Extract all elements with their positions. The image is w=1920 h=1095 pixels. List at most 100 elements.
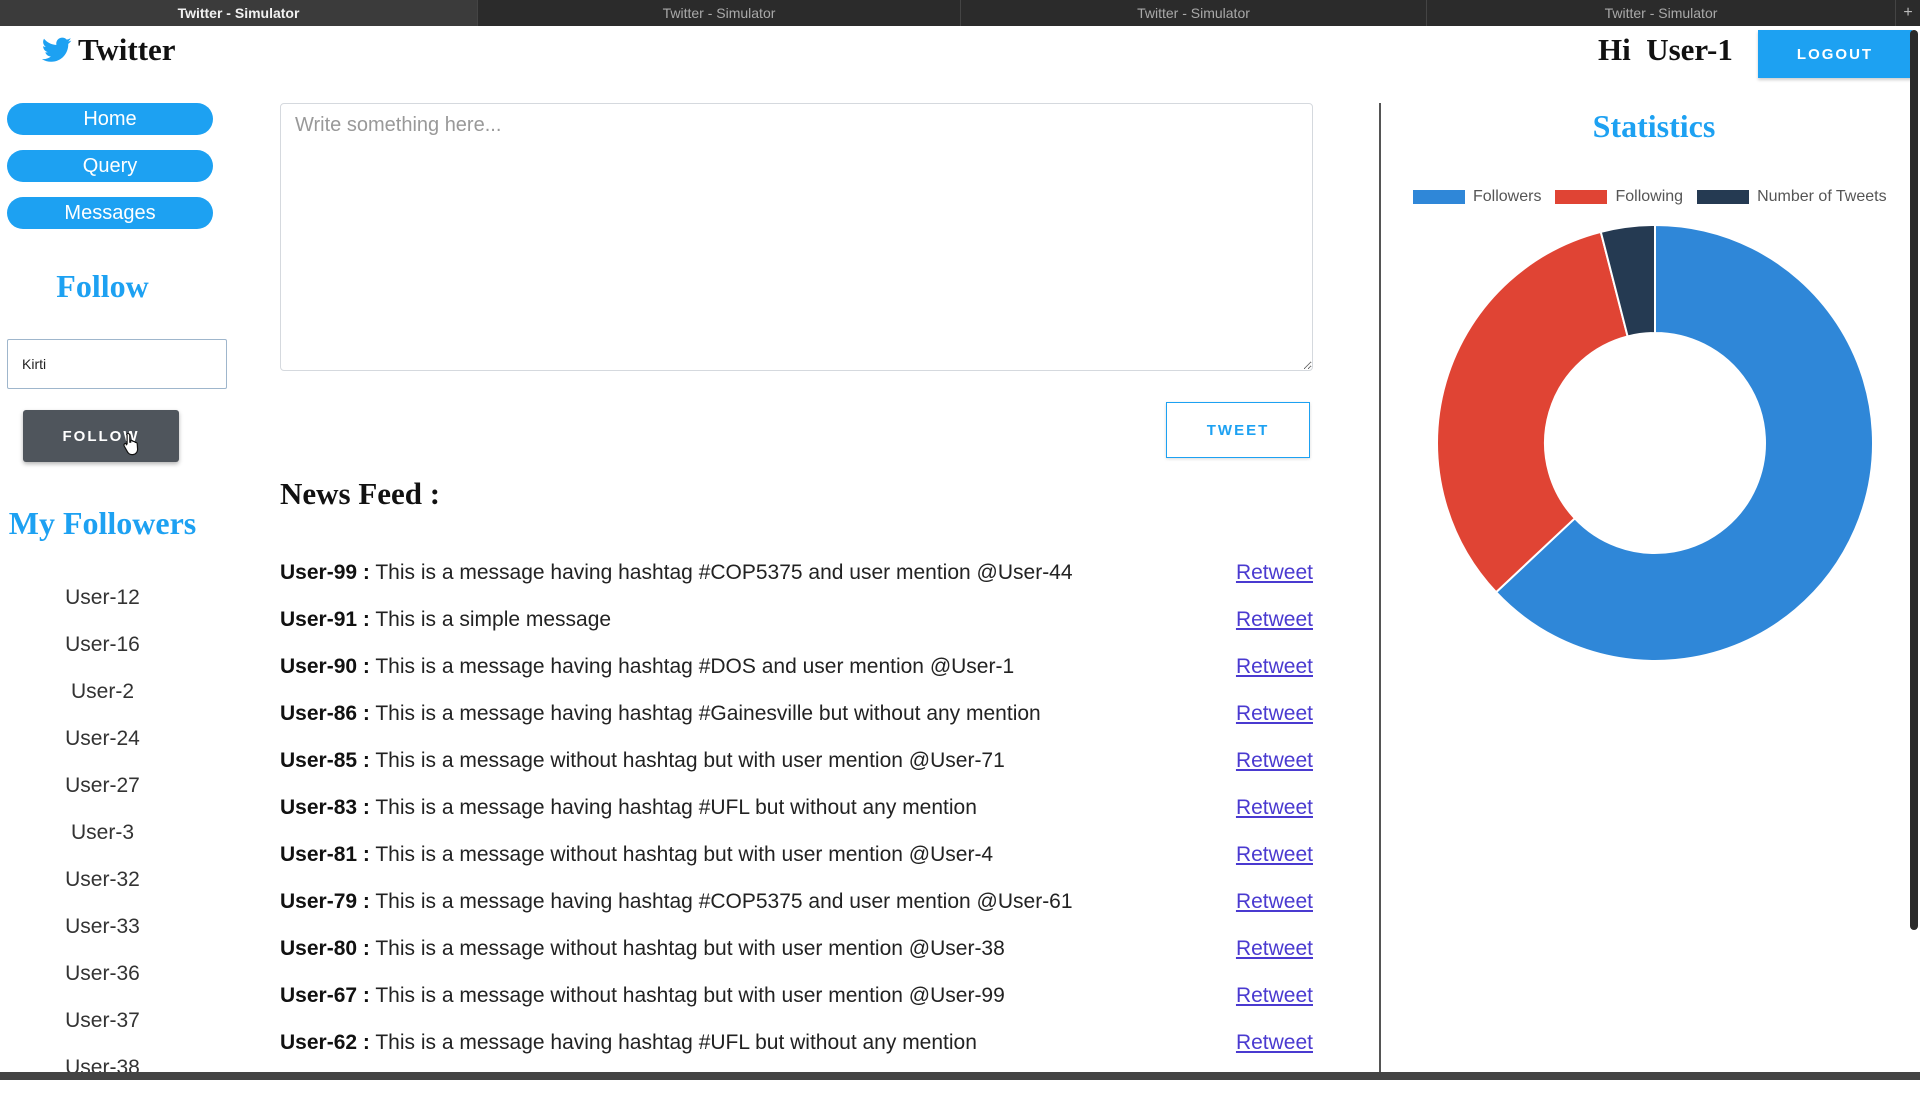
follower-item[interactable]: User-27 xyxy=(0,766,205,813)
follow-button[interactable]: FOLLOW xyxy=(23,410,179,462)
retweet-link[interactable]: Retweet xyxy=(1236,741,1313,781)
news-feed-title: News Feed : xyxy=(280,476,441,511)
retweet-link[interactable]: Retweet xyxy=(1236,1023,1313,1063)
follower-item[interactable]: User-33 xyxy=(0,907,205,954)
logout-button[interactable]: LOGOUT xyxy=(1758,30,1912,78)
statistics-donut-chart xyxy=(1436,223,1874,662)
browser-tab-4[interactable]: Twitter - Simulator xyxy=(1427,0,1896,26)
feed-username: User-99 : xyxy=(280,561,370,584)
follow-title: Follow xyxy=(56,268,149,304)
horizontal-scrollbar[interactable] xyxy=(0,1072,1920,1080)
legend-item-followers[interactable]: Followers xyxy=(1413,188,1541,206)
browser-tab-title: Twitter - Simulator xyxy=(1604,5,1718,21)
legend-item-following[interactable]: Following xyxy=(1555,188,1683,206)
feed-message-text: This is a message having hashtag #Gaines… xyxy=(369,702,1041,725)
feed-message: User-79 : This is a message having hasht… xyxy=(280,882,1073,922)
feed-item: User-99 : This is a message having hasht… xyxy=(280,553,1313,600)
follower-item[interactable]: User-16 xyxy=(0,625,205,672)
feed-username: User-90 : xyxy=(280,655,370,678)
feed-username: User-81 : xyxy=(280,843,370,866)
retweet-link[interactable]: Retweet xyxy=(1236,600,1313,640)
legend-label: Followers xyxy=(1473,188,1542,205)
feed-item: User-80 : This is a message without hash… xyxy=(280,929,1313,976)
legend-label: Number of Tweets xyxy=(1757,188,1887,205)
retweet-link[interactable]: Retweet xyxy=(1236,788,1313,828)
tweet-button[interactable]: TWEET xyxy=(1166,402,1310,458)
feed-username: User-79 : xyxy=(280,890,370,913)
feed-item: User-86 : This is a message having hasht… xyxy=(280,694,1313,741)
follower-item[interactable]: User-36 xyxy=(0,954,205,1001)
feed-message: User-99 : This is a message having hasht… xyxy=(280,553,1073,593)
browser-tab-title: Twitter - Simulator xyxy=(177,5,300,21)
feed-message-text: This is a message without hashtag but wi… xyxy=(369,749,1005,772)
feed-item: User-67 : This is a message without hash… xyxy=(280,976,1313,1023)
follower-item[interactable]: User-24 xyxy=(0,719,205,766)
browser-tab-2[interactable]: Twitter - Simulator xyxy=(478,0,961,26)
feed-message: User-81 : This is a message without hash… xyxy=(280,835,993,875)
feed-message-text: This is a message having hashtag #UFL bu… xyxy=(369,1031,977,1054)
retweet-link[interactable]: Retweet xyxy=(1236,835,1313,875)
follower-item[interactable]: User-3 xyxy=(0,813,205,860)
feed-item: User-90 : This is a message having hasht… xyxy=(280,647,1313,694)
plus-icon: + xyxy=(1903,4,1913,21)
tweet-compose-textarea[interactable] xyxy=(280,103,1313,371)
follower-item[interactable]: User-12 xyxy=(0,578,205,625)
followers-list: User-12 User-16 User-2 User-24 User-27 U… xyxy=(0,578,205,1095)
feed-item: User-79 : This is a message having hasht… xyxy=(280,882,1313,929)
feed-username: User-67 : xyxy=(280,984,370,1007)
feed-item: User-83 : This is a message having hasht… xyxy=(280,788,1313,835)
feed-message: User-91 : This is a simple message xyxy=(280,600,611,640)
feed-message: User-62 : This is a message having hasht… xyxy=(280,1023,977,1063)
browser-tab-1[interactable]: Twitter - Simulator xyxy=(0,0,478,26)
new-tab-button[interactable]: + xyxy=(1896,0,1920,26)
user-greeting: Hi User-1 xyxy=(1598,32,1733,67)
browser-tab-3[interactable]: Twitter - Simulator xyxy=(961,0,1427,26)
browser-tab-title: Twitter - Simulator xyxy=(662,5,776,21)
retweet-link[interactable]: Retweet xyxy=(1236,882,1313,922)
feed-message-text: This is a message without hashtag but wi… xyxy=(369,984,1005,1007)
feed-item: User-85 : This is a message without hash… xyxy=(280,741,1313,788)
retweet-link[interactable]: Retweet xyxy=(1236,647,1313,687)
vertical-scrollbar[interactable] xyxy=(1910,30,1918,930)
feed-message-text: This is a message having hashtag #COP537… xyxy=(369,890,1073,913)
nav-home-button[interactable]: Home xyxy=(7,103,213,135)
feed-username: User-80 : xyxy=(280,937,370,960)
retweet-link[interactable]: Retweet xyxy=(1236,929,1313,969)
legend-label: Following xyxy=(1615,188,1684,205)
follower-item[interactable]: User-2 xyxy=(0,672,205,719)
legend-swatch xyxy=(1413,190,1465,204)
feed-username: User-91 : xyxy=(280,608,370,631)
feed-item: User-91 : This is a simple message Retwee… xyxy=(280,600,1313,647)
nav-query-button[interactable]: Query xyxy=(7,150,213,182)
feed-message: User-83 : This is a message having hasht… xyxy=(280,788,977,828)
retweet-link[interactable]: Retweet xyxy=(1236,553,1313,593)
feed-message-text: This is a message having hashtag #DOS an… xyxy=(369,655,1015,678)
feed-message-text: This is a message without hashtag but wi… xyxy=(369,843,994,866)
feed-username: User-86 : xyxy=(280,702,370,725)
app-logo: Twitter xyxy=(42,32,176,68)
feed-message-text: This is a message having hashtag #COP537… xyxy=(369,561,1073,584)
retweet-link[interactable]: Retweet xyxy=(1236,976,1313,1016)
feed-message: User-90 : This is a message having hasht… xyxy=(280,647,1014,687)
chart-legend: Followers Following Number of Tweets xyxy=(1413,188,1887,206)
feed-message: User-67 : This is a message without hash… xyxy=(280,976,1005,1016)
feed-item: User-81 : This is a message without hash… xyxy=(280,835,1313,882)
follow-username-input[interactable] xyxy=(7,339,227,389)
legend-swatch xyxy=(1555,190,1608,204)
hand-cursor-icon xyxy=(123,432,139,456)
follower-item[interactable]: User-37 xyxy=(0,1001,205,1048)
follower-item[interactable]: User-32 xyxy=(0,860,205,907)
feed-item: User-62 : This is a message having hasht… xyxy=(280,1023,1313,1070)
retweet-link[interactable]: Retweet xyxy=(1236,694,1313,734)
legend-item-tweets[interactable]: Number of Tweets xyxy=(1697,188,1887,206)
twitter-bird-icon xyxy=(42,37,72,62)
feed-message-text: This is a message having hashtag #UFL bu… xyxy=(369,796,977,819)
feed-message-text: This is a simple message xyxy=(369,608,612,631)
feed-username: User-83 : xyxy=(280,796,370,819)
feed-username: User-85 : xyxy=(280,749,370,772)
browser-tab-bar: Twitter - Simulator Twitter - Simulator … xyxy=(0,0,1920,26)
legend-swatch xyxy=(1697,190,1750,204)
nav-messages-button[interactable]: Messages xyxy=(7,197,213,229)
feed-username: User-62 : xyxy=(280,1031,370,1054)
feed-message: User-86 : This is a message having hasht… xyxy=(280,694,1041,734)
